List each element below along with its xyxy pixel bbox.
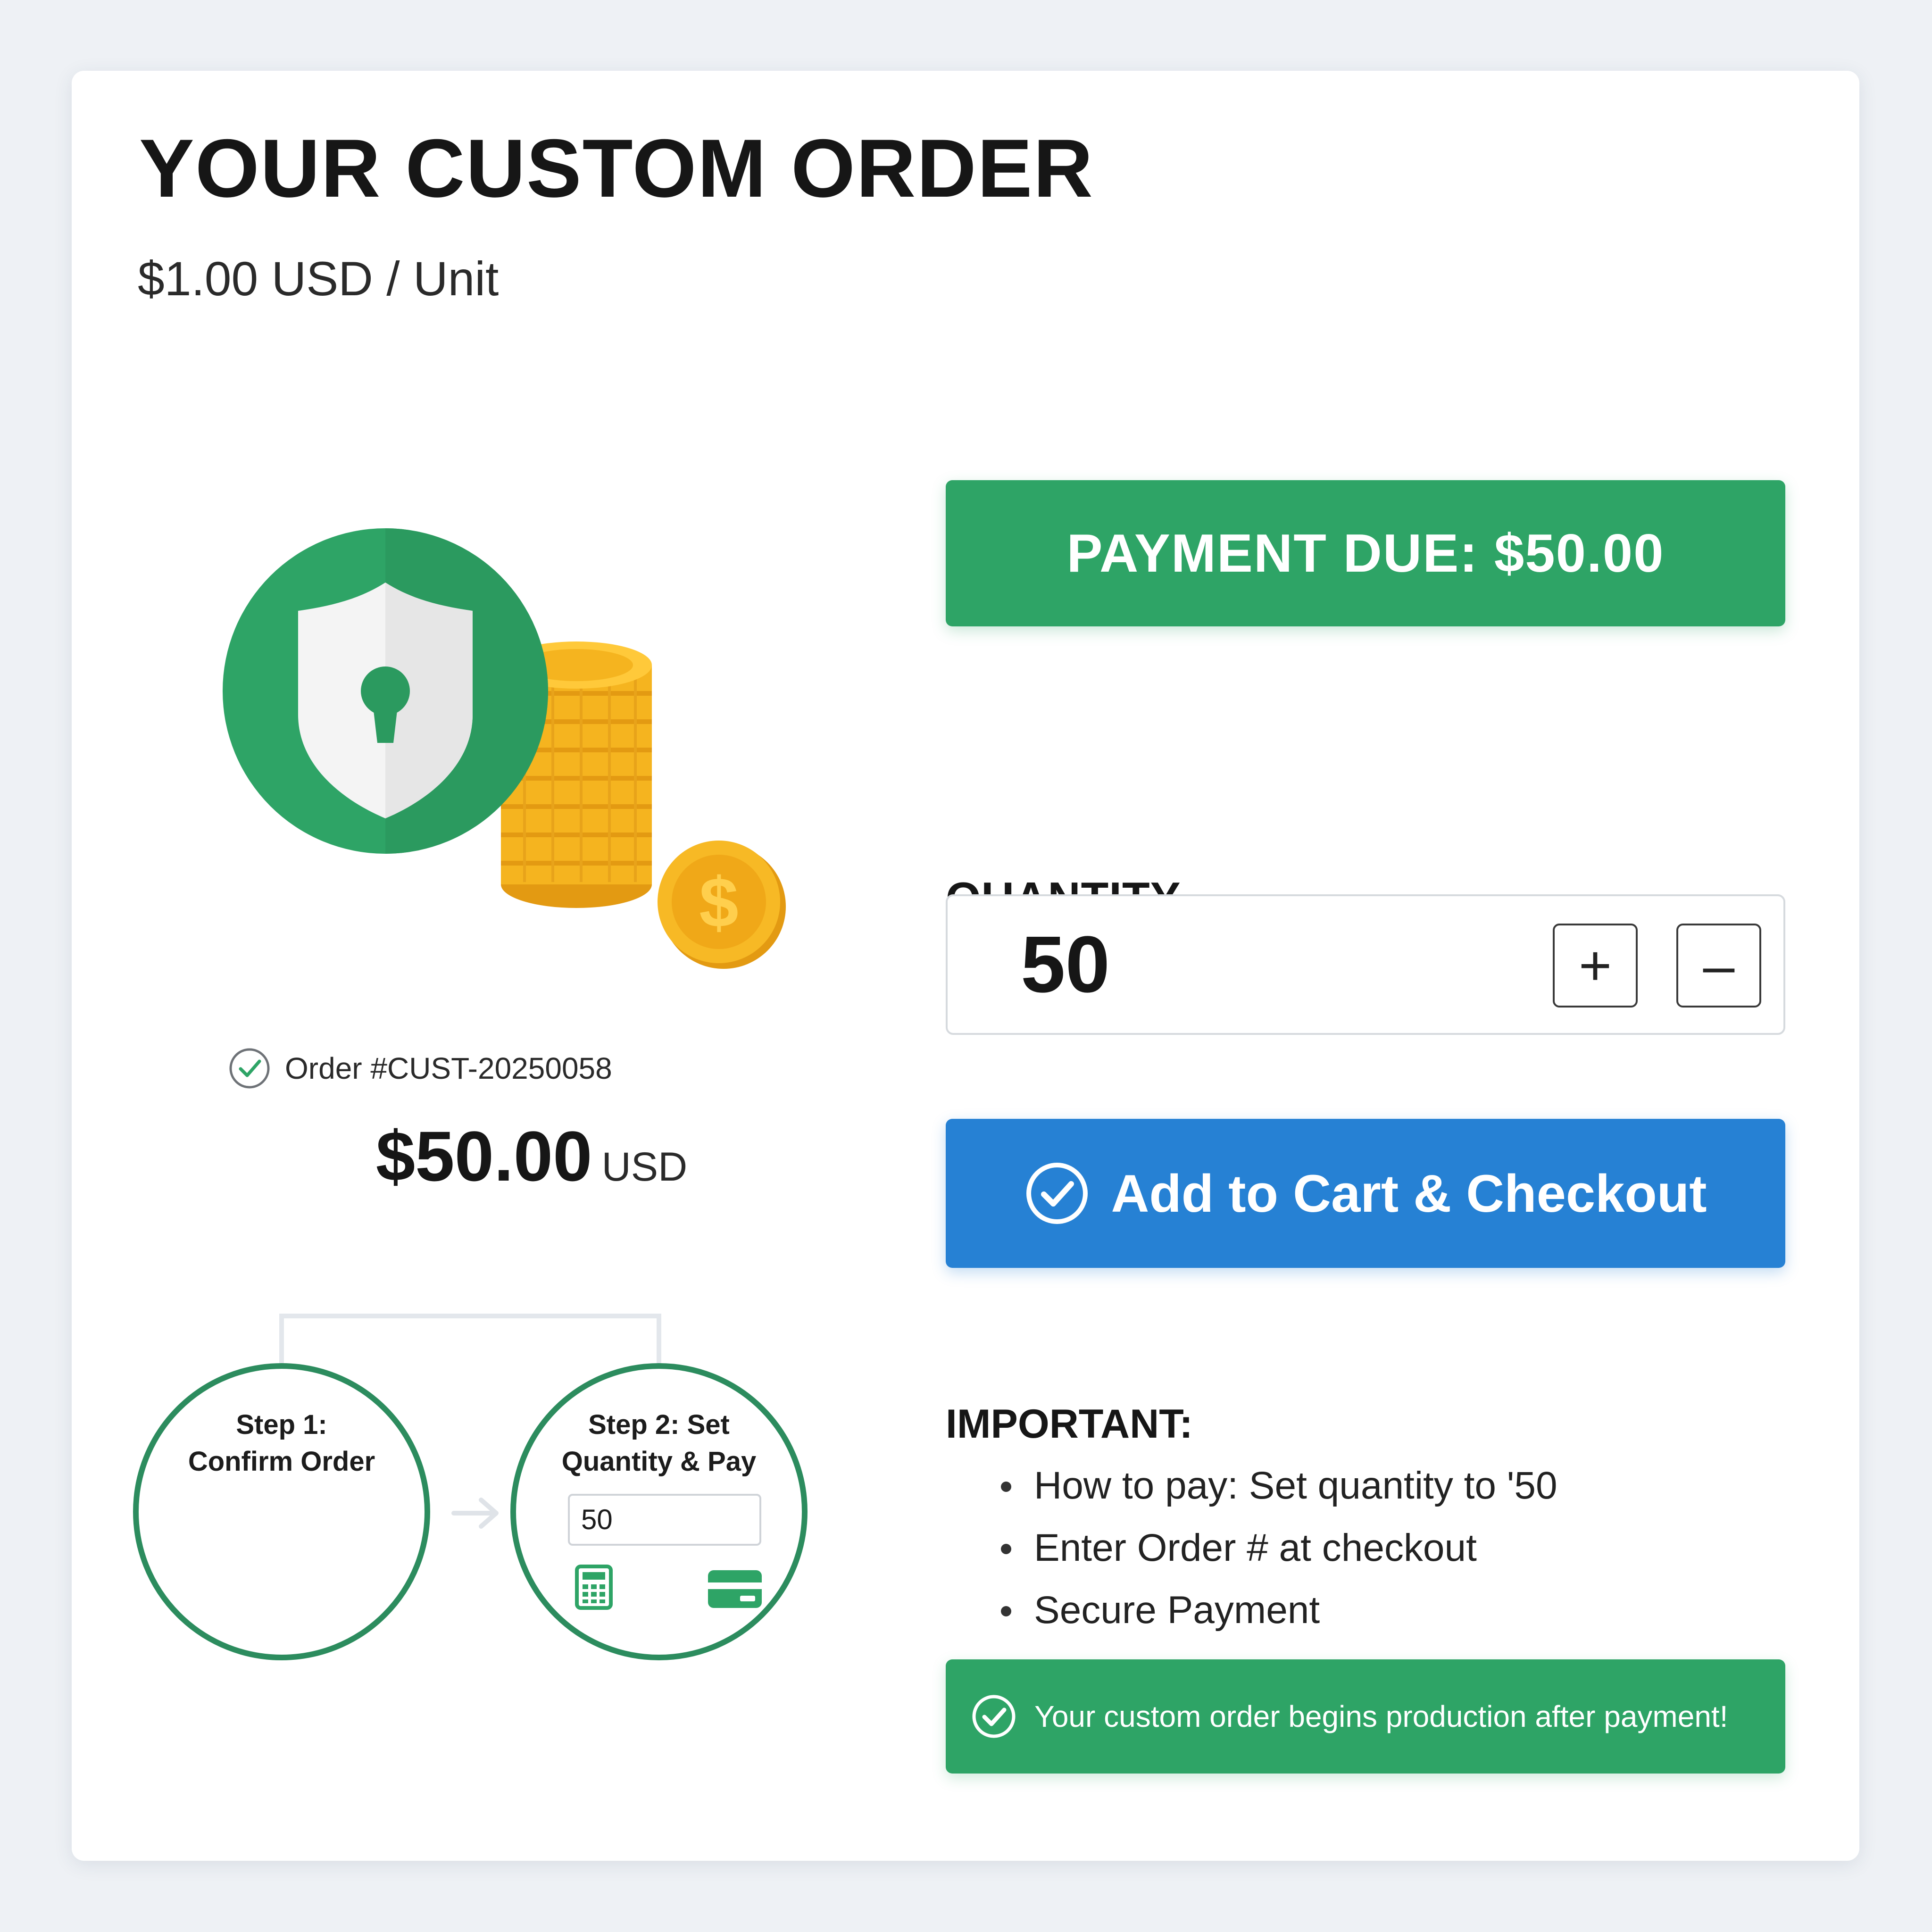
- step-1-label: Step 1: Confirm Order: [139, 1407, 425, 1481]
- quantity-increment-button[interactable]: +: [1553, 924, 1638, 1008]
- check-circle-icon: [972, 1695, 1016, 1738]
- production-notice: Your custom order begins production afte…: [946, 1659, 1785, 1774]
- order-number: Order #CUST-20250058: [227, 1042, 612, 1094]
- order-card: YOUR CUSTOM ORDER $1.00 USD / Unit $ Ord…: [72, 71, 1859, 1861]
- step-2-circle: Step 2: Set Quantity & Pay 50: [510, 1363, 808, 1660]
- step-1-circle: Step 1: Confirm Order: [133, 1363, 430, 1660]
- important-heading: IMPORTANT:: [946, 1401, 1193, 1447]
- step-2-title: Step 2: Set: [588, 1409, 730, 1440]
- production-notice-text: Your custom order begins production afte…: [1034, 1699, 1728, 1733]
- step-2-label: Step 2: Set Quantity & Pay: [516, 1407, 802, 1481]
- add-to-cart-checkout-button[interactable]: Add to Cart & Checkout: [946, 1119, 1785, 1268]
- shield-lock-coins-icon: $: [223, 528, 786, 969]
- payment-steps: Step 1: Confirm Order Step 2: Set Quanti…: [133, 1241, 902, 1674]
- check-circle-icon: [1026, 1163, 1088, 1224]
- total-amount: $50.00: [375, 1116, 592, 1196]
- page-title: YOUR CUSTOM ORDER: [139, 123, 1094, 215]
- calculator-icon: [575, 1565, 613, 1610]
- checkout-button-label: Add to Cart & Checkout: [1111, 1164, 1707, 1223]
- step-2-quantity-input: 50: [568, 1494, 761, 1546]
- step-1-title: Step 1:: [236, 1409, 327, 1440]
- important-item: Enter Order # at checkout: [1001, 1522, 1557, 1584]
- payment-due-banner: PAYMENT DUE: $50.00: [946, 480, 1785, 626]
- quantity-stepper[interactable]: 50 + –: [946, 894, 1785, 1035]
- step-2-description: Quantity & Pay: [561, 1446, 757, 1477]
- important-item: Secure Payment: [1001, 1584, 1557, 1647]
- unit-price: $1.00 USD / Unit: [138, 252, 499, 306]
- important-item: How to pay: Set quantity to '50: [1001, 1460, 1557, 1522]
- step-1-description: Confirm Order: [188, 1446, 375, 1477]
- check-circle-icon: [229, 1048, 270, 1089]
- credit-card-icon: [708, 1570, 762, 1608]
- svg-text:$: $: [699, 863, 738, 942]
- quantity-decrement-button[interactable]: –: [1676, 924, 1761, 1008]
- order-number-label: Order #CUST-20250058: [285, 1051, 612, 1085]
- important-list: How to pay: Set quantity to '50 Enter Or…: [1001, 1460, 1557, 1647]
- quantity-input[interactable]: 50: [1021, 896, 1110, 1033]
- total-currency: USD: [601, 1144, 688, 1190]
- order-total: $50.00 USD: [72, 1116, 991, 1197]
- arrow-right-icon: [451, 1498, 499, 1529]
